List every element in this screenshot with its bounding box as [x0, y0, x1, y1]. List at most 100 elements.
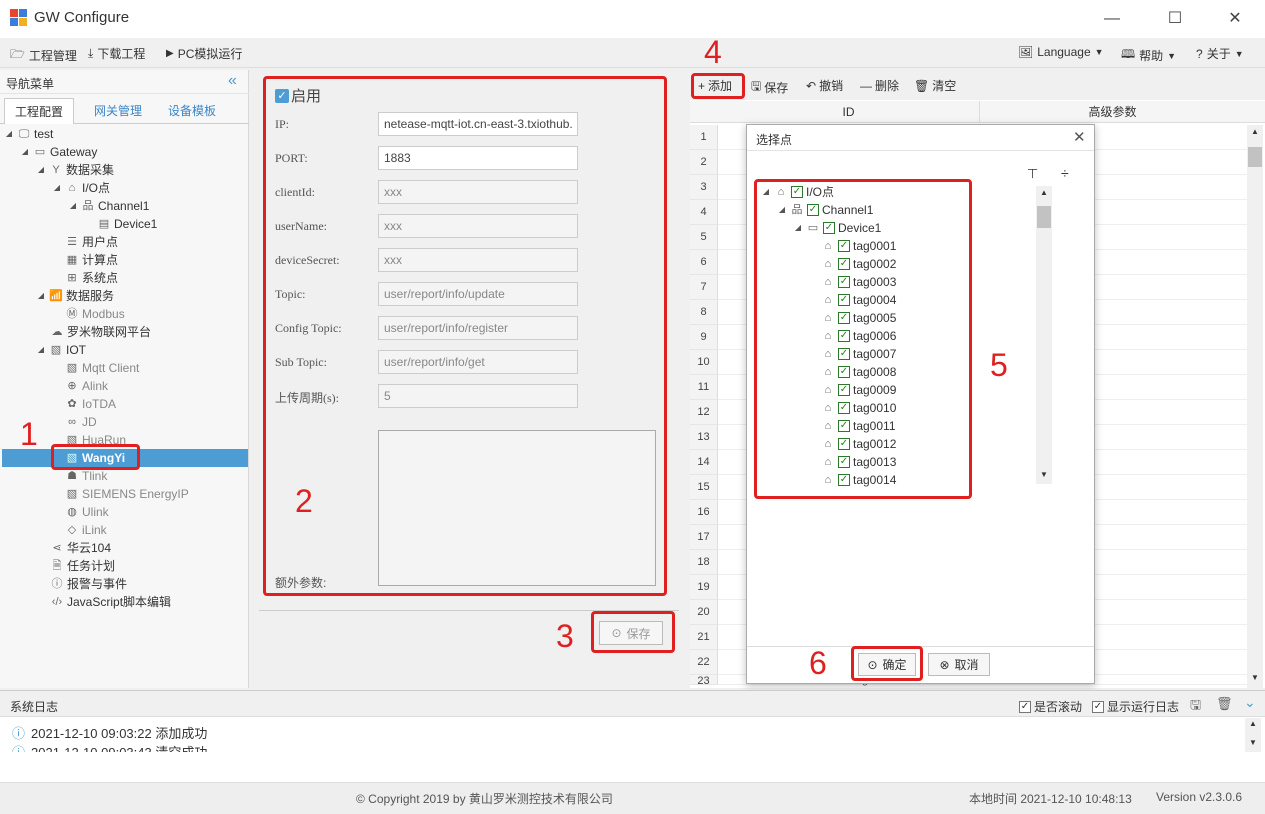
- scroll-down-icon[interactable]: ▼: [1249, 738, 1257, 747]
- dialog-cancel-button[interactable]: ⊗ 取消: [928, 653, 990, 676]
- column-id[interactable]: ID: [718, 101, 980, 123]
- folder-icon: 🗁: [10, 47, 25, 61]
- maximize-button[interactable]: ☐: [1155, 6, 1195, 32]
- scroll-down-icon[interactable]: ▼: [1251, 673, 1259, 682]
- menu-pc-sim[interactable]: ▶ PC模拟运行: [166, 45, 242, 62]
- expand-icon[interactable]: ◢: [52, 179, 62, 197]
- tree-item-calc[interactable]: ▦ 计算点: [65, 251, 118, 269]
- undo-button[interactable]: ↶ 撤销: [806, 77, 843, 94]
- tab-project-config[interactable]: 工程配置: [4, 98, 75, 124]
- tree-item-test[interactable]: ◢ 🖵 test: [4, 125, 53, 143]
- extra-params-textarea[interactable]: [378, 430, 656, 586]
- enable-checkbox[interactable]: ✓ 启用: [275, 85, 321, 106]
- copyright-text: © Copyright 2019 by 黄山罗米测控技术有限公司: [356, 792, 613, 806]
- expand-icon[interactable]: ◢: [4, 125, 14, 143]
- tree-label: IoTDA: [82, 397, 117, 411]
- tree-item-ilink[interactable]: ◇ iLink: [65, 521, 107, 539]
- tree-item-user[interactable]: ☰ 用户点: [65, 233, 118, 251]
- scroll-up-icon[interactable]: ▲: [1249, 719, 1257, 728]
- tab-gateway-manage[interactable]: 网关管理: [84, 98, 152, 124]
- collapse-down-icon[interactable]: ⌄: [1244, 694, 1256, 711]
- tree-item-huayun[interactable]: ⋖ 华云104: [50, 539, 111, 557]
- clear-label: 清空: [932, 79, 957, 93]
- expand-all-icon[interactable]: ⊤: [1027, 166, 1038, 182]
- save-log-icon[interactable]: 🖫: [1190, 696, 1201, 718]
- tree-item-sys[interactable]: ⊞ 系统点: [65, 269, 118, 287]
- download-icon: ⤓: [88, 46, 94, 60]
- expand-icon[interactable]: ◢: [36, 341, 46, 359]
- field-input[interactable]: user/report/info/get: [378, 350, 578, 374]
- monitor-icon: 🖵: [18, 128, 30, 140]
- grid-scroll-thumb[interactable]: [1248, 147, 1262, 167]
- field-input[interactable]: xxx: [378, 180, 578, 204]
- tree-item-collect[interactable]: ◢ Y 数据采集: [36, 161, 114, 179]
- expand-icon[interactable]: ◢: [36, 161, 46, 179]
- tree-item-device1[interactable]: ▤ Device1: [97, 215, 158, 233]
- clear-button[interactable]: 🗑 清空: [914, 77, 956, 94]
- delete-button[interactable]: — 删除: [860, 77, 899, 94]
- minimize-button[interactable]: —: [1092, 6, 1132, 32]
- log-scrollbar[interactable]: ▲ ▼: [1245, 718, 1261, 752]
- menu-language[interactable]: 🖼 Language ▼: [1018, 45, 1104, 59]
- auto-scroll-checkbox[interactable]: ✓ 是否滚动: [1019, 698, 1082, 715]
- dialog-close-icon[interactable]: ✕: [1073, 128, 1086, 146]
- menu-about[interactable]: ? 关于 ▼: [1196, 45, 1244, 62]
- field-input[interactable]: 5: [378, 384, 578, 408]
- tree-item-channel1[interactable]: ◢ 品 Channel1: [68, 197, 149, 215]
- field-input[interactable]: user/report/info/register: [378, 316, 578, 340]
- field-input[interactable]: user/report/info/update: [378, 282, 578, 306]
- scroll-up-icon[interactable]: ▲: [1040, 188, 1048, 197]
- tree-item-romi[interactable]: ☁ 罗米物联网平台: [50, 323, 152, 341]
- show-runlog-checkbox[interactable]: ✓ 显示运行日志: [1092, 698, 1179, 715]
- tree-label: 任务计划: [67, 559, 116, 573]
- tree-label: iLink: [82, 523, 107, 537]
- tree-label: 系统点: [82, 271, 119, 285]
- tree-item-service[interactable]: ◢ 📶 数据服务: [36, 287, 114, 305]
- menu-download-label: 下载工程: [97, 47, 146, 61]
- tree-label: Modbus: [82, 307, 125, 321]
- scroll-down-icon[interactable]: ▼: [1040, 470, 1048, 479]
- tree-item-mqtt[interactable]: ▧ Mqtt Client: [65, 359, 140, 377]
- dialog-scroll-thumb[interactable]: [1037, 206, 1051, 228]
- device-icon: ▤: [98, 218, 110, 230]
- collapse-icon[interactable]: «: [228, 72, 237, 90]
- tree-item-siemens[interactable]: ▧ SIEMENS EnergyIP: [65, 485, 189, 503]
- tree-item-js[interactable]: ‹/› JavaScript脚本编辑: [50, 593, 171, 611]
- tree-item-iotda[interactable]: ✿ IoTDA: [65, 395, 116, 413]
- tree-item-modbus[interactable]: Ⓜ Modbus: [65, 305, 125, 323]
- field-input[interactable]: xxx: [378, 214, 578, 238]
- expand-icon[interactable]: ◢: [36, 287, 46, 305]
- collapse-all-icon[interactable]: ÷: [1061, 165, 1069, 181]
- dialog-scrollbar[interactable]: ▲ ▼: [1036, 186, 1052, 484]
- grid-save-button[interactable]: 🖫 保存: [751, 77, 788, 98]
- column-advanced[interactable]: 高级参数: [980, 101, 1245, 123]
- tree-item-io[interactable]: ◢ ⌂ I/O点: [52, 179, 110, 197]
- grid-scrollbar[interactable]: ▲ ▼: [1247, 125, 1263, 688]
- menu-download[interactable]: ⤓ 下载工程: [88, 45, 145, 62]
- menu-project[interactable]: 🗁 工程管理: [10, 45, 77, 66]
- field-input[interactable]: netease-mqtt-iot.cn-east-3.txiothub.: [378, 112, 578, 136]
- tab-device-template[interactable]: 设备模板: [158, 98, 226, 124]
- expand-icon[interactable]: ◢: [68, 197, 78, 215]
- tree-item-alarm[interactable]: ⓘ 报警与事件: [50, 575, 128, 593]
- question-icon: ?: [1196, 46, 1203, 61]
- form-save-button[interactable]: ⊙ 保存: [599, 621, 663, 645]
- tree-item-gateway[interactable]: ◢ ▭ Gateway: [20, 143, 97, 161]
- tree-label: I/O点: [82, 181, 111, 195]
- dialog-ok-button[interactable]: ⊙ 确定: [858, 653, 916, 676]
- tree-item-task[interactable]: 🗎 任务计划: [50, 557, 115, 575]
- close-button[interactable]: ✕: [1215, 6, 1255, 32]
- expand-icon[interactable]: ◢: [20, 143, 30, 161]
- scroll-up-icon[interactable]: ▲: [1251, 127, 1259, 136]
- tree-item-iot[interactable]: ◢ ▧ IOT: [36, 341, 86, 359]
- tree-label: 罗米物联网平台: [67, 325, 152, 339]
- field-input[interactable]: 1883: [378, 146, 578, 170]
- menu-help[interactable]: 🕮 帮助 ▼: [1121, 45, 1176, 66]
- tree-item-alink[interactable]: ⊕ Alink: [65, 377, 108, 395]
- tree-item-jd[interactable]: ∞ JD: [65, 413, 97, 431]
- trash-icon[interactable]: 🗑: [1216, 696, 1233, 712]
- field-input[interactable]: xxx: [378, 248, 578, 272]
- log-entry-text: 2021-12-10 09:03:43 清空成功: [31, 742, 207, 752]
- tree-item-ulink[interactable]: ◍ Ulink: [65, 503, 108, 521]
- row-number: 1: [690, 125, 718, 150]
